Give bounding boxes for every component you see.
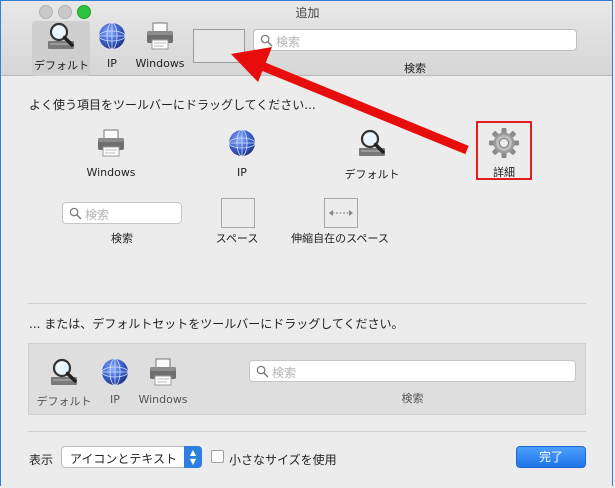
red-arrow-annotation [231, 47, 469, 155]
